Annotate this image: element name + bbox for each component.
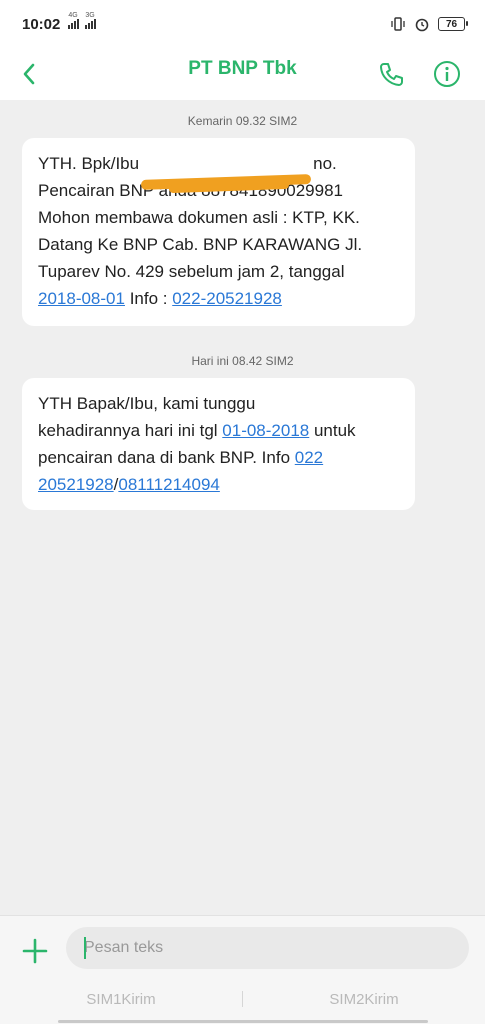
send-sim1-button[interactable]: SIM1Kirim (0, 991, 242, 1008)
message-line: Datang Ke BNP Cab. BNP KARAWANG Jl. (38, 235, 363, 254)
message-timestamp: Kemarin 09.32 SIM2 (187, 114, 298, 128)
message-bubble[interactable]: YTH. Bpk/Ibuno. Pencairan BNP anda 88784… (22, 138, 415, 326)
alarm-icon (414, 16, 430, 32)
phone-link[interactable]: 022 (295, 448, 323, 467)
message-bubble[interactable]: YTH Bapak/Ibu, kami tunggu kehadirannya … (22, 378, 415, 510)
back-button[interactable] (14, 56, 44, 92)
vibrate-icon (390, 16, 406, 32)
message-line: 20521928/08111214094 (38, 475, 220, 494)
status-right: 76 (390, 16, 468, 32)
send-sim2-button[interactable]: SIM2Kirim (243, 991, 485, 1008)
message-timestamp: Hari ini 08.42 SIM2 (191, 354, 294, 368)
chevron-left-icon (23, 63, 35, 85)
message-line: YTH. Bpk/Ibu no. (38, 150, 401, 194)
message-line: Mohon membawa dokumen asli : KTP, KK. (38, 208, 360, 227)
contact-title: PT BNP Tbk (188, 58, 297, 79)
plus-icon (22, 938, 48, 964)
add-attachment-button[interactable] (18, 934, 52, 968)
signal-3g-icon: 3G (85, 12, 97, 29)
send-options: SIM1Kirim SIM2Kirim (0, 984, 485, 1014)
message-input[interactable] (66, 927, 469, 969)
signal-4g-icon: 4G (68, 12, 80, 29)
message-line: kehadirannya hari ini tgl 01-08-2018 unt… (38, 421, 356, 440)
signal-indicators: 4G 3G (68, 12, 97, 29)
navigation-hint (58, 1020, 428, 1023)
message-line: 2018-08-01 Info : 022-20521928 (38, 289, 282, 308)
clock: 10:02 (22, 15, 61, 33)
phone-link[interactable]: 20521928 (38, 475, 114, 494)
status-left: 10:02 4G 3G (22, 12, 97, 33)
message-line: YTH Bapak/Ibu, kami tunggu (38, 394, 256, 413)
date-link[interactable]: 2018-08-01 (38, 289, 125, 308)
date-link[interactable]: 01-08-2018 (222, 421, 309, 440)
call-button[interactable] (374, 54, 408, 94)
text-cursor (84, 937, 86, 959)
conversation-header: PT BNP Tbk (0, 48, 485, 100)
phone-icon (380, 63, 403, 86)
message-thread[interactable]: Kemarin 09.32 SIM2 YTH. Bpk/Ibu no. Penca… (0, 100, 485, 915)
message-line: pencairan dana di bank BNP. Info 022 (38, 448, 324, 467)
phone-link[interactable]: 08111214094 (118, 475, 219, 494)
info-icon (434, 61, 460, 87)
phone-link[interactable]: 022-20521928 (172, 289, 282, 308)
battery-icon: 76 (438, 17, 468, 31)
info-button[interactable] (430, 54, 464, 94)
message-line: Tuparev No. 429 sebelum jam 2, tanggal (38, 262, 345, 281)
message-composer: SIM1Kirim SIM2Kirim (0, 915, 485, 1024)
status-bar: 10:02 4G 3G 76 (0, 0, 485, 48)
